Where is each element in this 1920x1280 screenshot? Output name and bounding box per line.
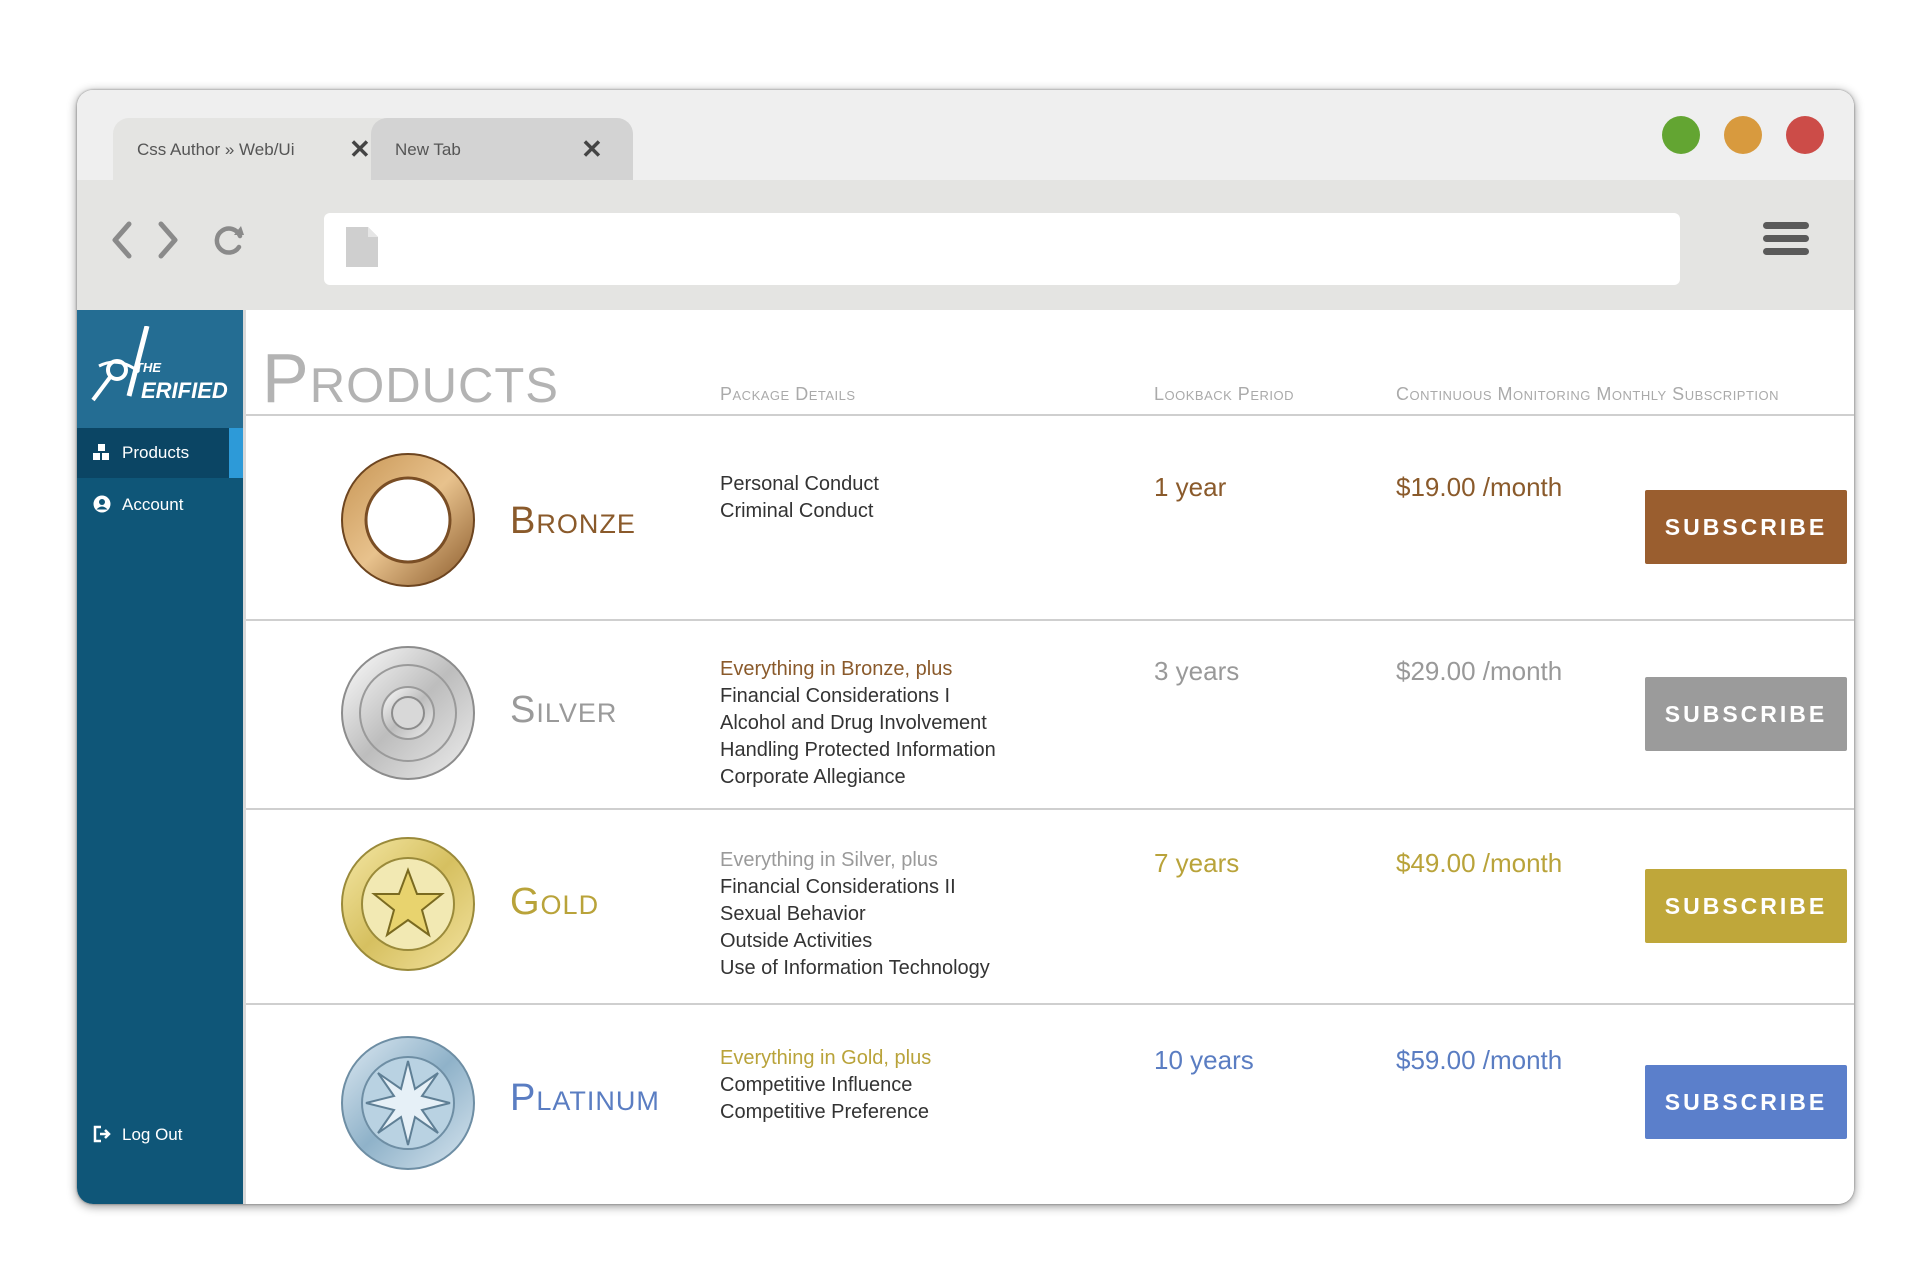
brand-logo[interactable]: THE ERIFIED xyxy=(77,310,243,428)
package-details: Everything in Silver, plus Financial Con… xyxy=(720,847,990,982)
sidebar-item-label: Products xyxy=(122,443,190,462)
sidebar-item-products[interactable]: Products xyxy=(77,428,243,478)
tab-label: New Tab xyxy=(395,140,461,159)
verified-logo-icon: THE ERIFIED xyxy=(91,326,228,403)
monthly-price: $29.00 /month xyxy=(1396,656,1563,686)
tab-new-tab[interactable]: New Tab ✕ xyxy=(371,118,633,180)
sidebar: THE ERIFIED Products Account Log Out xyxy=(77,310,246,1204)
product-row-silver: Silver Everything in Bronze, plus Financ… xyxy=(246,619,1854,810)
bronze-medal-icon xyxy=(341,453,475,587)
column-header-package-details: Package Details xyxy=(720,384,856,404)
product-row-platinum: Platinum Everything in Gold, plus Compet… xyxy=(246,1003,1854,1204)
detail-item: Personal Conduct xyxy=(720,473,879,495)
detail-lead: Everything in Silver, plus xyxy=(720,849,938,871)
tab-label: Css Author » Web/Ui xyxy=(137,140,295,159)
chevron-right-icon xyxy=(158,221,178,259)
monthly-price: $49.00 /month xyxy=(1396,848,1563,878)
page-title: Products xyxy=(262,339,559,417)
detail-lead: Everything in Gold, plus xyxy=(720,1047,932,1069)
column-header-lookback-period: Lookback Period xyxy=(1154,384,1294,404)
subscribe-platinum-button[interactable]: SUBSCRIBE xyxy=(1645,1065,1847,1139)
detail-item: Alcohol and Drug Involvement xyxy=(720,712,987,734)
column-header-monthly-subscription: Continuous Monitoring Monthly Subscripti… xyxy=(1396,384,1780,404)
sign-out-icon xyxy=(93,1125,111,1143)
boxes-icon xyxy=(93,444,109,460)
tier-name: Bronze xyxy=(510,500,636,542)
sidebar-item-account[interactable]: Account xyxy=(77,480,243,530)
detail-item: Competitive Preference xyxy=(720,1101,929,1123)
document-icon xyxy=(346,227,378,267)
reload-button[interactable] xyxy=(209,218,249,262)
lookback-period: 3 years xyxy=(1154,656,1240,686)
detail-item: Outside Activities xyxy=(720,930,873,952)
hamburger-menu-icon[interactable] xyxy=(1763,222,1809,262)
subscribe-gold-button[interactable]: SUBSCRIBE xyxy=(1645,869,1847,943)
package-details: Everything in Bronze, plus Financial Con… xyxy=(720,656,996,791)
lookback-period: 1 year xyxy=(1154,472,1227,502)
subscribe-silver-button[interactable]: SUBSCRIBE xyxy=(1645,677,1847,751)
address-bar[interactable] xyxy=(324,213,1680,285)
product-row-gold: Gold Everything in Silver, plus Financia… xyxy=(246,808,1854,1005)
tier-name: Platinum xyxy=(510,1077,660,1119)
detail-item: Criminal Conduct xyxy=(720,500,874,522)
url-input[interactable] xyxy=(394,229,1648,271)
forward-button[interactable] xyxy=(147,218,187,262)
tier-name: Gold xyxy=(510,881,600,923)
subscribe-bronze-button[interactable]: SUBSCRIBE xyxy=(1645,490,1847,564)
back-button[interactable] xyxy=(103,218,143,262)
monthly-price: $59.00 /month xyxy=(1396,1045,1563,1075)
maximize-button[interactable] xyxy=(1662,116,1700,154)
browser-window: Css Author » Web/Ui ✕ New Tab ✕ THE ERIF… xyxy=(77,90,1854,1204)
detail-item: Corporate Allegiance xyxy=(720,766,906,788)
close-icon[interactable]: ✕ xyxy=(581,134,603,165)
close-icon[interactable]: ✕ xyxy=(349,134,371,165)
logout-label: Log Out xyxy=(122,1125,183,1144)
chevron-left-icon xyxy=(112,221,132,259)
silver-medal-icon xyxy=(341,646,475,780)
main-content: Products Package Details Lookback Period… xyxy=(246,310,1854,1204)
platinum-medal-icon xyxy=(341,1036,475,1170)
product-row-bronze: Bronze Personal Conduct Criminal Conduct… xyxy=(246,416,1854,621)
minimize-button[interactable] xyxy=(1724,116,1762,154)
gold-medal-icon xyxy=(341,837,475,971)
detail-item: Competitive Influence xyxy=(720,1074,913,1096)
package-details: Everything in Gold, plus Competitive Inf… xyxy=(720,1045,931,1126)
logout-button[interactable]: Log Out xyxy=(77,1110,243,1160)
svg-text:THE: THE xyxy=(135,360,161,375)
tier-name: Silver xyxy=(510,689,618,731)
detail-lead: Everything in Bronze, plus xyxy=(720,658,953,680)
monthly-price: $19.00 /month xyxy=(1396,472,1563,502)
tab-bar: Css Author » Web/Ui ✕ New Tab ✕ xyxy=(77,90,1854,180)
detail-item: Financial Considerations I xyxy=(720,685,951,707)
detail-item: Sexual Behavior xyxy=(720,903,866,925)
detail-item: Use of Information Technology xyxy=(720,957,990,979)
detail-item: Financial Considerations II xyxy=(720,876,956,898)
svg-text:ERIFIED: ERIFIED xyxy=(141,378,228,403)
lookback-period: 10 years xyxy=(1154,1045,1254,1075)
sidebar-item-label: Account xyxy=(122,495,184,514)
tab-css-author[interactable]: Css Author » Web/Ui ✕ xyxy=(113,118,395,180)
package-details: Personal Conduct Criminal Conduct xyxy=(720,471,879,525)
user-circle-icon xyxy=(93,495,111,513)
close-window-button[interactable] xyxy=(1786,116,1824,154)
lookback-period: 7 years xyxy=(1154,848,1240,878)
browser-toolbar xyxy=(77,180,1854,310)
reload-icon xyxy=(214,226,244,255)
detail-item: Handling Protected Information xyxy=(720,739,996,761)
